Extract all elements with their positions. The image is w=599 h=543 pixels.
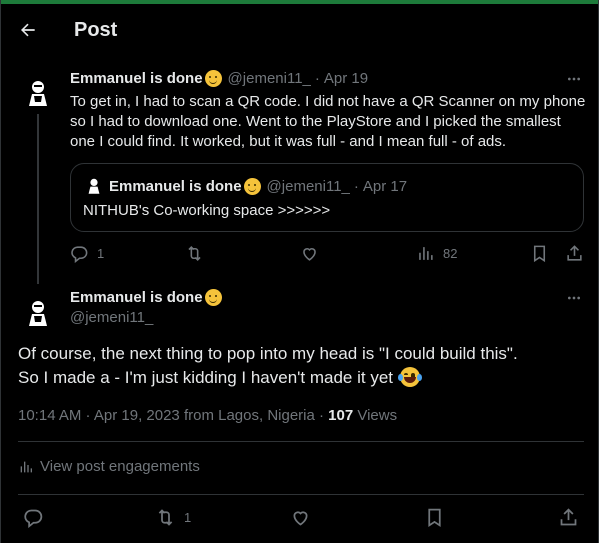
- author-name[interactable]: Emmanuel is done: [70, 70, 203, 87]
- divider: [18, 441, 584, 442]
- bookmark-icon: [428, 508, 441, 528]
- retweet-button[interactable]: [185, 244, 204, 263]
- post-timestamp[interactable]: 10:14 AM · Apr 19, 2023 from Lagos, Nige…: [18, 407, 328, 424]
- author-name[interactable]: Emmanuel is done: [70, 289, 203, 306]
- quote-avatar: [88, 178, 100, 194]
- share-icon: [567, 245, 582, 261]
- bookmark-icon: [533, 245, 546, 263]
- main-author-name-row: Emmanuel is done: [70, 289, 222, 306]
- more-options-button[interactable]: [564, 288, 584, 308]
- reply-count: 1: [97, 246, 105, 261]
- main-post-line-2-text: So I made a - I'm just kidding I haven't…: [18, 368, 394, 387]
- main-author-handle-row: @jemeni11_: [70, 309, 153, 326]
- bar-chart-icon: [419, 247, 433, 260]
- post-meta: 10:14 AM · Apr 19, 2023 from Lagos, Nige…: [18, 407, 397, 424]
- avatar[interactable]: [21, 76, 55, 110]
- reply-actions: 1 82: [70, 244, 590, 266]
- reply-button[interactable]: [23, 507, 44, 528]
- smiling-face-icon: [204, 289, 222, 306]
- retweet-count: 1: [184, 510, 192, 525]
- heart-icon: [303, 248, 316, 261]
- quote-text: NITHUB's Co-working space >>>>>>: [83, 202, 331, 219]
- bookmark-button[interactable]: [530, 244, 549, 263]
- views-button[interactable]: 82: [416, 244, 457, 263]
- smiling-face-icon: [243, 177, 261, 195]
- reply-icon: [71, 246, 88, 263]
- avatar-figure-icon: [29, 301, 47, 326]
- retweet-icon: [158, 509, 173, 526]
- tears-of-joy-icon: [397, 367, 422, 387]
- bookmark-button[interactable]: [424, 507, 445, 528]
- reply-author-row: Emmanuel is done @jemeni11_ · Apr 19: [70, 70, 368, 87]
- smiling-face-icon: [204, 70, 222, 87]
- quote-author-handle: @jemeni11_: [266, 177, 350, 195]
- separator-dot: ·: [353, 177, 359, 195]
- avatar[interactable]: [21, 296, 55, 330]
- back-button[interactable]: [14, 16, 42, 44]
- page-title: Post: [74, 19, 118, 41]
- share-button[interactable]: [565, 244, 584, 263]
- arrow-left-icon: [21, 23, 35, 37]
- divider: [18, 494, 584, 495]
- like-button[interactable]: [290, 507, 311, 528]
- heart-icon: [293, 511, 308, 526]
- quoted-post[interactable]: Emmanuel is done @jemeni11_ · Apr 17 NIT…: [70, 163, 584, 232]
- author-handle[interactable]: @jemeni11_: [228, 70, 311, 87]
- main-post-line-2: So I made a - I'm just kidding I haven't…: [18, 366, 588, 390]
- header: Post: [0, 4, 598, 57]
- author-handle[interactable]: @jemeni11_: [70, 309, 153, 326]
- main-actions: 1: [18, 507, 584, 531]
- left-border: [0, 0, 1, 543]
- post-date[interactable]: Apr 19: [324, 70, 368, 87]
- more-horizontal-icon: [568, 296, 580, 300]
- retweet-button[interactable]: 1: [155, 507, 191, 528]
- main-post-text: Of course, the next thing to pop into my…: [18, 342, 588, 390]
- thread-line: [37, 114, 39, 284]
- bar-chart-icon: [20, 461, 32, 472]
- share-button[interactable]: [558, 507, 579, 528]
- quote-date: Apr 17: [362, 177, 408, 195]
- view-engagements-link[interactable]: View post engagements: [18, 458, 200, 475]
- reply-button[interactable]: 1: [70, 244, 104, 263]
- reply-icon: [24, 509, 43, 528]
- quote-author-name: Emmanuel is done: [109, 177, 242, 195]
- more-horizontal-icon: [568, 77, 580, 81]
- post-text: To get in, I had to scan a QR code. I di…: [70, 93, 586, 150]
- quote-author-row: Emmanuel is done @jemeni11_ · Apr 17: [85, 177, 407, 195]
- views-count: 107: [328, 407, 354, 424]
- share-icon: [560, 508, 577, 526]
- views-label: Views: [353, 407, 398, 424]
- views-count: 82: [443, 246, 458, 261]
- avatar-figure-icon: [29, 81, 47, 106]
- retweet-icon: [188, 246, 201, 261]
- separator-dot: ·: [314, 70, 320, 87]
- more-options-button[interactable]: [564, 69, 584, 89]
- like-button[interactable]: [300, 244, 319, 263]
- main-post-line-1: Of course, the next thing to pop into my…: [18, 344, 518, 363]
- engagements-label: View post engagements: [40, 458, 200, 475]
